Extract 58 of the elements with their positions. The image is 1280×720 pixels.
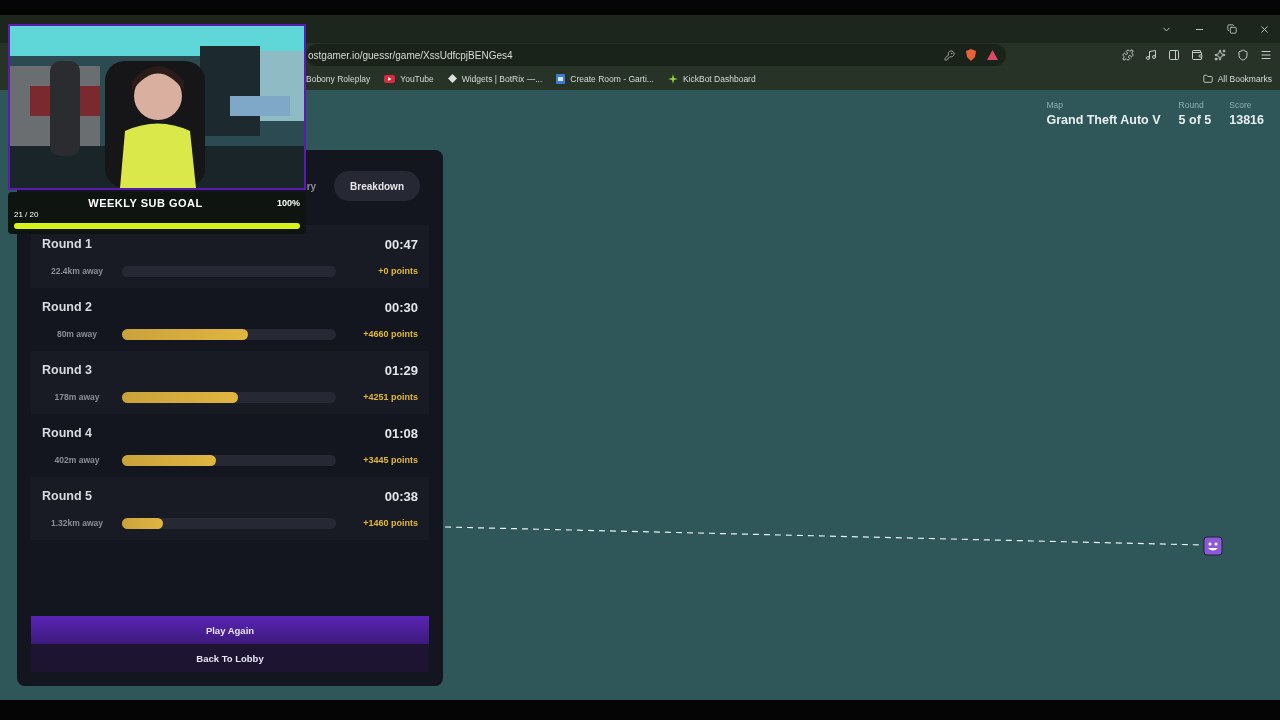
- smiley-marker-icon: [1203, 536, 1223, 556]
- distance-text: 178m away: [53, 392, 101, 402]
- document-icon: [556, 73, 566, 84]
- tab[interactable]: Breakdown: [334, 171, 420, 201]
- diamond-icon: [447, 74, 457, 83]
- round-time: 01:29: [384, 362, 418, 378]
- distance-text: 402m away: [53, 455, 101, 465]
- round-title: Round 3: [42, 363, 92, 377]
- shield-icon: [965, 49, 977, 61]
- goal-count: 21 / 20: [14, 210, 40, 220]
- goal-title: WEEKLY SUB GOAL: [87, 196, 204, 209]
- play-again-button[interactable]: Play Again: [31, 616, 429, 644]
- extensions-icon[interactable]: [1122, 49, 1134, 61]
- stat-value: Grand Theft Auto V: [1046, 113, 1161, 127]
- round-time: 01:08: [384, 425, 418, 441]
- round-title: Round 2: [42, 300, 92, 314]
- points-text: +3445 points: [363, 455, 418, 465]
- lobby-button[interactable]: Back To Lobby: [31, 644, 429, 672]
- folder-icon: [1202, 73, 1213, 84]
- bookmark[interactable]: Bobony Roleplay: [306, 73, 371, 84]
- points-text: +1460 points: [363, 518, 418, 528]
- bookmark[interactable]: YouTube: [384, 73, 434, 84]
- wallet-icon[interactable]: [1191, 49, 1203, 61]
- points-text: +4251 points: [363, 392, 418, 402]
- distance-text: 80m away: [55, 329, 99, 339]
- video-icon: [384, 74, 396, 83]
- music-icon[interactable]: [1145, 49, 1157, 61]
- stat-value: 13816: [1229, 113, 1264, 127]
- stat-value: 5 of 5: [1178, 113, 1212, 127]
- bookmark[interactable]: Widgets | BotRix —...: [447, 73, 543, 84]
- goal-percent: 100%: [276, 197, 300, 208]
- tab[interactable]: ry: [306, 171, 317, 201]
- restore-icon[interactable]: [1227, 24, 1237, 34]
- round-time: 00:38: [384, 488, 418, 504]
- close-icon[interactable]: [1259, 23, 1270, 35]
- sparkle-icon: [667, 73, 678, 84]
- round-title: Round 4: [42, 426, 92, 440]
- stat-label: Round: [1178, 100, 1205, 110]
- distance-text: 22.4km away: [50, 266, 104, 276]
- stat-label: Score: [1229, 100, 1253, 110]
- menu-icon[interactable]: [1260, 49, 1272, 61]
- triangle-icon: [987, 50, 998, 60]
- points-text: +4660 points: [363, 329, 418, 339]
- sparkles-icon[interactable]: [1214, 49, 1226, 61]
- address-bar[interactable]: ostgamer.io/guessr/game/XssUdfcpjBENGes4: [306, 44, 1006, 66]
- round-title: Round 5: [42, 489, 92, 503]
- distance-text: 1.32km away: [50, 518, 104, 528]
- round-time: 00:30: [384, 299, 418, 315]
- sidebar-icon[interactable]: [1168, 49, 1180, 61]
- key-icon: [944, 49, 955, 61]
- points-text: +0 points: [378, 266, 418, 276]
- shield-icon[interactable]: [1237, 49, 1249, 61]
- bookmark[interactable]: Create Room - Garti...: [556, 73, 654, 84]
- round-time: 00:47: [384, 236, 418, 252]
- stat-label: Map: [1046, 100, 1064, 110]
- bookmark[interactable]: KickBot Dashboard: [667, 73, 756, 84]
- all-bookmarks[interactable]: All Bookmarks: [1202, 73, 1272, 84]
- round-title: Round 1: [42, 237, 92, 251]
